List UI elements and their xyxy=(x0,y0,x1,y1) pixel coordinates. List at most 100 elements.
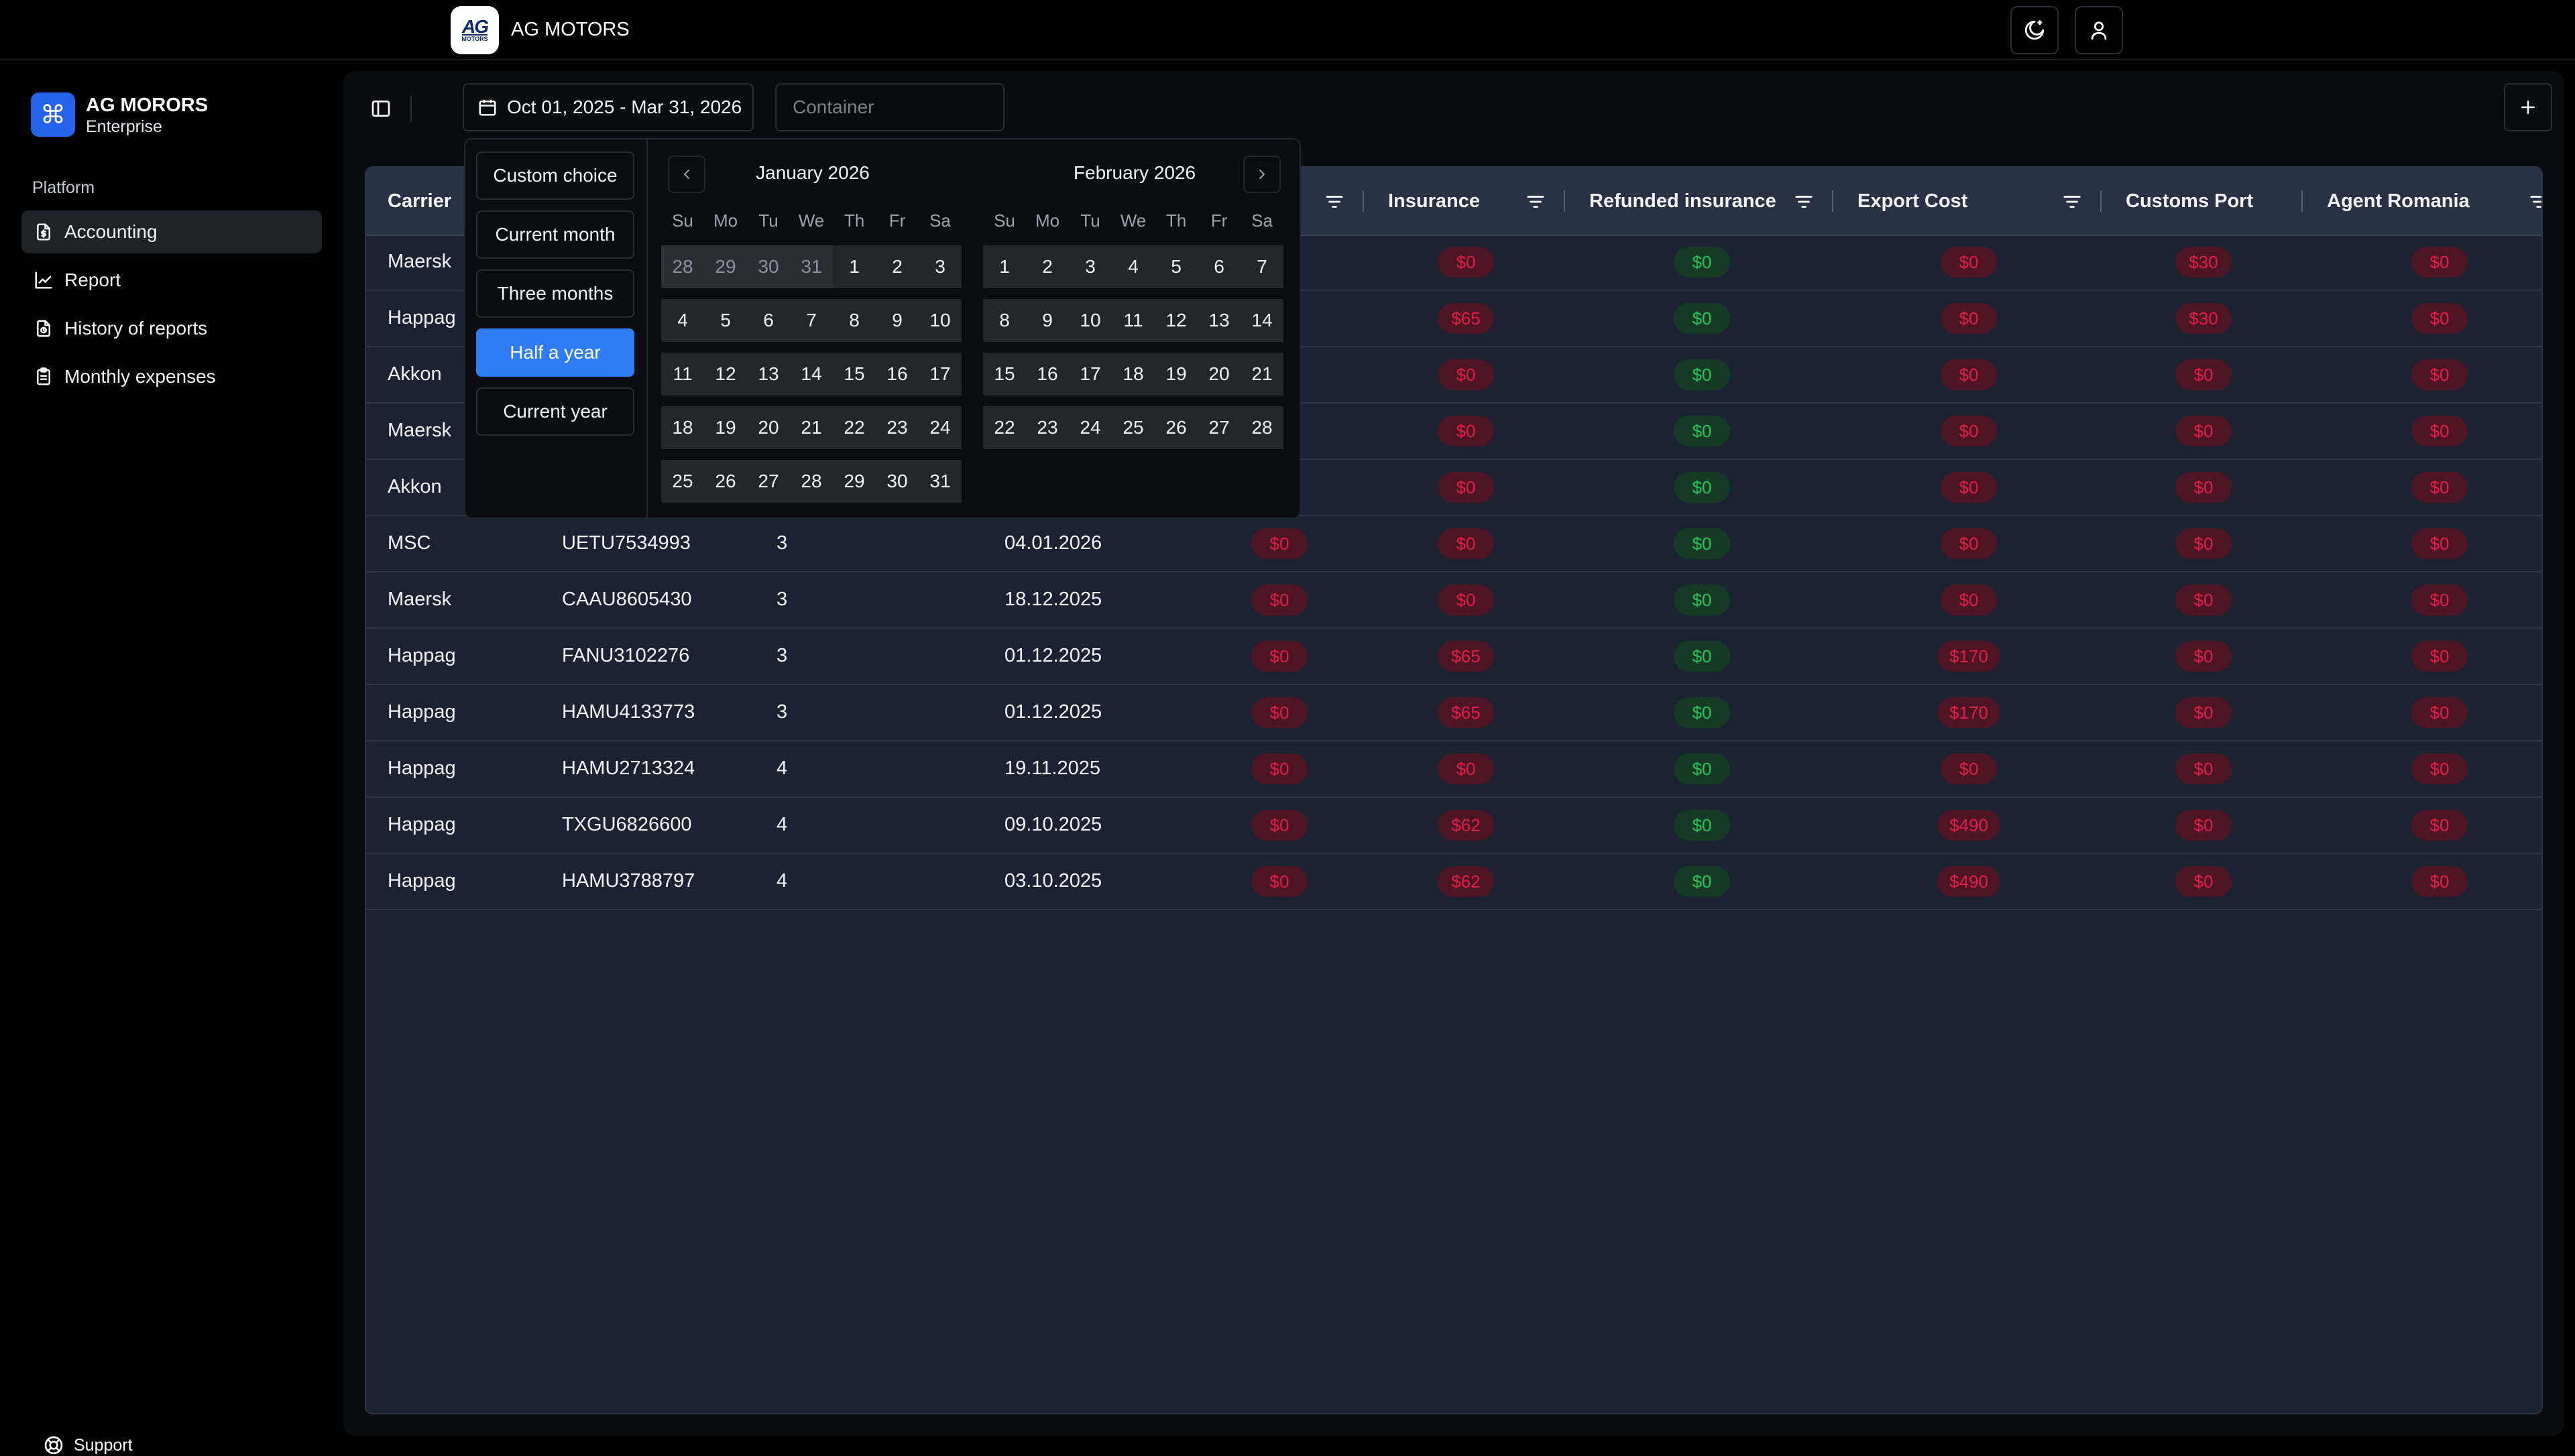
container-search-input[interactable] xyxy=(775,83,1005,131)
calendar-day[interactable]: 22 xyxy=(833,406,876,449)
calendar-day[interactable]: 1 xyxy=(983,245,1026,288)
calendar-day[interactable]: 14 xyxy=(790,353,833,396)
calendar-day[interactable]: 28 xyxy=(1241,406,1283,449)
sidebar-toggle-button[interactable] xyxy=(361,88,401,129)
table-row[interactable]: MSC UETU7534993 3 04.01.2026 $0 $0 $0 $0 $0 $0 xyxy=(366,516,2541,572)
preset-half-a-year-button[interactable]: Half a year xyxy=(476,328,634,377)
calendar-day[interactable]: 17 xyxy=(1069,353,1112,396)
calendar-day[interactable]: 15 xyxy=(833,353,876,396)
calendar-day[interactable]: 12 xyxy=(1155,299,1198,342)
calendar-day[interactable]: 19 xyxy=(704,406,747,449)
calendar-day[interactable]: 23 xyxy=(876,406,919,449)
calendar-day[interactable]: 23 xyxy=(1026,406,1069,449)
calendar-day[interactable]: 18 xyxy=(661,406,704,449)
calendar-day[interactable]: 16 xyxy=(1026,353,1069,396)
preset-custom-choice-button[interactable]: Custom choice xyxy=(476,151,634,200)
filter-icon[interactable] xyxy=(2528,192,2541,212)
calendar-day[interactable]: 11 xyxy=(1112,299,1155,342)
calendar-day[interactable]: 12 xyxy=(704,353,747,396)
calendar-day[interactable]: 19 xyxy=(1155,353,1198,396)
filter-icon[interactable] xyxy=(1525,192,1546,212)
sidebar-item-history-of-reports[interactable]: History of reports xyxy=(21,307,322,350)
table-row[interactable]: Happag FANU3102276 3 01.12.2025 $0 $65 $0 $170 $… xyxy=(366,629,2541,685)
calendar-day[interactable]: 1 xyxy=(833,245,876,288)
calendar-day[interactable]: 7 xyxy=(1241,245,1283,288)
table-row[interactable]: Happag HAMU3788797 4 03.10.2025 $0 $62 $0 $490 $… xyxy=(366,854,2541,910)
calendar-day[interactable]: 20 xyxy=(747,406,790,449)
support-link[interactable]: Support xyxy=(43,1435,133,1456)
column-header-refunded-insurance[interactable]: Refunded insurance xyxy=(1589,190,1776,213)
calendar-day[interactable]: 24 xyxy=(919,406,962,449)
calendar-day[interactable]: 3 xyxy=(919,245,962,288)
calendar-day[interactable]: 10 xyxy=(919,299,962,342)
calendar-day-outside[interactable]: 30 xyxy=(747,245,790,288)
sidebar-item-accounting[interactable]: Accounting xyxy=(21,210,322,253)
preset-current-year-button[interactable]: Current year xyxy=(476,387,634,436)
command-icon[interactable]: ⌘ xyxy=(31,93,75,137)
table-row[interactable]: Happag HAMU2713324 4 19.11.2025 $0 $0 $0 $0 $0 $0 xyxy=(366,741,2541,798)
sidebar-item-report[interactable]: Report xyxy=(21,259,322,302)
calendar-day[interactable]: 5 xyxy=(704,299,747,342)
calendar-day[interactable]: 21 xyxy=(790,406,833,449)
calendar-day[interactable]: 8 xyxy=(983,299,1026,342)
next-month-button[interactable] xyxy=(1243,156,1281,193)
calendar-day[interactable]: 30 xyxy=(876,460,919,503)
calendar-day[interactable]: 11 xyxy=(661,353,704,396)
calendar-day[interactable]: 2 xyxy=(1026,245,1069,288)
add-button[interactable] xyxy=(2504,83,2552,131)
calendar-day[interactable]: 20 xyxy=(1198,353,1241,396)
calendar-day[interactable]: 16 xyxy=(876,353,919,396)
calendar-day[interactable]: 27 xyxy=(747,460,790,503)
filter-icon[interactable] xyxy=(2061,192,2083,212)
calendar-day-outside[interactable]: 28 xyxy=(661,245,704,288)
calendar-day[interactable]: 17 xyxy=(919,353,962,396)
calendar-day[interactable]: 15 xyxy=(983,353,1026,396)
calendar-day[interactable]: 24 xyxy=(1069,406,1112,449)
calendar-day[interactable]: 7 xyxy=(790,299,833,342)
calendar-day[interactable]: 4 xyxy=(1112,245,1155,288)
calendar-day[interactable]: 5 xyxy=(1155,245,1198,288)
calendar-day[interactable]: 9 xyxy=(1026,299,1069,342)
calendar-day[interactable]: 13 xyxy=(747,353,790,396)
workspace-name[interactable]: AG MORORS xyxy=(86,94,208,117)
calendar-day[interactable]: 4 xyxy=(661,299,704,342)
calendar-day[interactable]: 22 xyxy=(983,406,1026,449)
filter-icon[interactable] xyxy=(1793,192,1815,212)
previous-month-button[interactable] xyxy=(668,156,705,193)
calendar-day[interactable]: 26 xyxy=(704,460,747,503)
calendar-day[interactable]: 25 xyxy=(1112,406,1155,449)
theme-toggle-button[interactable] xyxy=(2010,6,2059,54)
column-header-customs-port[interactable]: Customs Port xyxy=(2126,190,2253,213)
calendar-day-outside[interactable]: 31 xyxy=(790,245,833,288)
calendar-day[interactable]: 8 xyxy=(833,299,876,342)
calendar-day[interactable]: 28 xyxy=(790,460,833,503)
calendar-day[interactable]: 10 xyxy=(1069,299,1112,342)
table-row[interactable]: Happag TXGU6826600 4 09.10.2025 $0 $62 $0 $490 $… xyxy=(366,798,2541,854)
calendar-day[interactable]: 6 xyxy=(747,299,790,342)
user-account-button[interactable] xyxy=(2075,6,2123,54)
column-header-insurance[interactable]: Insurance xyxy=(1388,190,1480,213)
table-row[interactable]: Happag HAMU4133773 3 01.12.2025 $0 $65 $0 $170 $… xyxy=(366,685,2541,741)
calendar-day[interactable]: 25 xyxy=(661,460,704,503)
table-row[interactable]: Maersk CAAU8605430 3 18.12.2025 $0 $0 $0 $0 $0 $0 xyxy=(366,572,2541,629)
preset-current-month-button[interactable]: Current month xyxy=(476,210,634,259)
calendar-day[interactable]: 14 xyxy=(1241,299,1283,342)
calendar-day[interactable]: 21 xyxy=(1241,353,1283,396)
filter-icon[interactable] xyxy=(1324,192,1345,212)
calendar-day[interactable]: 29 xyxy=(833,460,876,503)
calendar-day-outside[interactable]: 29 xyxy=(704,245,747,288)
calendar-day[interactable]: 13 xyxy=(1198,299,1241,342)
calendar-day[interactable]: 2 xyxy=(876,245,919,288)
calendar-day[interactable]: 9 xyxy=(876,299,919,342)
calendar-day[interactable]: 6 xyxy=(1198,245,1241,288)
calendar-day[interactable]: 3 xyxy=(1069,245,1112,288)
column-header-export-cost[interactable]: Export Cost xyxy=(1857,190,1967,213)
sidebar-item-monthly-expenses[interactable]: Monthly expenses xyxy=(21,355,322,398)
column-header-carrier[interactable]: Carrier xyxy=(388,190,451,213)
brand-logo[interactable]: AG MOTORS xyxy=(451,6,499,54)
calendar-day[interactable]: 18 xyxy=(1112,353,1155,396)
column-header-agent-romania[interactable]: Agent Romania xyxy=(2327,190,2470,213)
date-range-button[interactable]: Oct 01, 2025 - Mar 31, 2026 xyxy=(463,83,754,131)
preset-three-months-button[interactable]: Three months xyxy=(476,269,634,318)
calendar-day[interactable]: 27 xyxy=(1198,406,1241,449)
